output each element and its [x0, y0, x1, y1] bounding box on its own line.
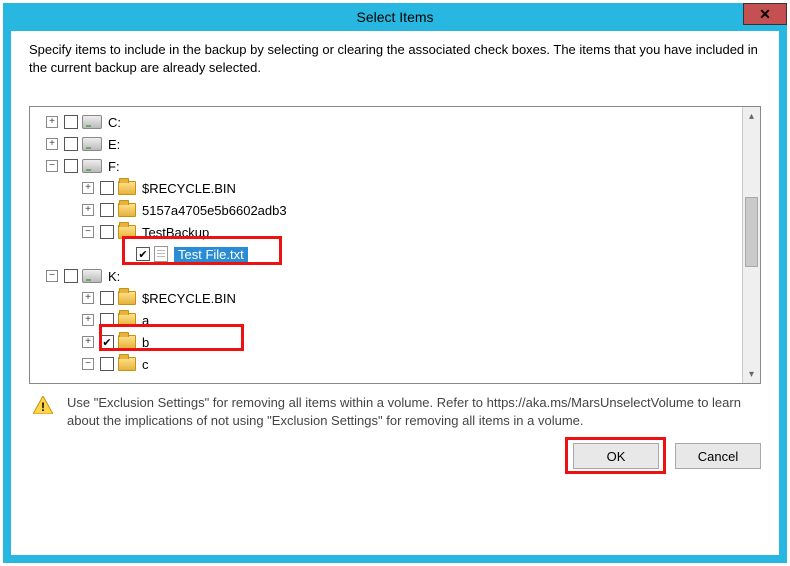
instructions-text: Specify items to include in the backup b… [29, 41, 761, 76]
checkbox[interactable] [136, 247, 150, 261]
tree-row[interactable]: + $RECYCLE.BIN [32, 287, 740, 309]
drive-icon [82, 137, 102, 151]
tree-item-label[interactable]: c [142, 357, 149, 372]
drive-icon [82, 269, 102, 283]
checkbox[interactable] [100, 357, 114, 371]
expand-icon[interactable]: + [82, 336, 94, 348]
tree-item-label[interactable]: $RECYCLE.BIN [142, 181, 236, 196]
file-tree[interactable]: + C: + E: − F: + $RECYCLE.BIN +5157a4705e5b6602a… [30, 107, 742, 383]
exclusion-note: ! Use "Exclusion Settings" for removing … [29, 394, 761, 429]
drive-icon [82, 159, 102, 173]
collapse-icon[interactable]: − [82, 358, 94, 370]
tree-row[interactable]: + E: [32, 133, 740, 155]
checkbox[interactable] [100, 225, 114, 239]
file-icon [154, 246, 168, 262]
expand-icon[interactable]: + [46, 138, 58, 150]
expand-icon[interactable]: + [46, 116, 58, 128]
tree-item-label[interactable]: b [142, 335, 149, 350]
checkbox[interactable] [100, 313, 114, 327]
tree-row[interactable]: +a [32, 309, 740, 331]
folder-icon [118, 225, 136, 239]
expand-icon[interactable]: + [82, 314, 94, 326]
tree-item-label[interactable]: 5157a4705e5b6602adb3 [142, 203, 287, 218]
checkbox[interactable] [64, 115, 78, 129]
folder-icon [118, 357, 136, 371]
folder-icon [118, 335, 136, 349]
scroll-thumb[interactable] [745, 197, 758, 267]
tree-row[interactable]: + C: [32, 111, 740, 133]
warning-icon: ! [33, 396, 53, 414]
tree-row[interactable]: − K: [32, 265, 740, 287]
tree-item-label[interactable]: C: [108, 115, 121, 130]
tree-row[interactable]: +5157a4705e5b6602adb3 [32, 199, 740, 221]
ok-button[interactable]: OK [573, 443, 659, 469]
checkbox[interactable] [64, 137, 78, 151]
tree-row[interactable]: +b [32, 331, 740, 353]
checkbox[interactable] [100, 203, 114, 217]
tree-row[interactable]: −c [32, 353, 740, 375]
tree-item-label[interactable]: a [142, 313, 149, 328]
expand-icon[interactable]: + [82, 182, 94, 194]
tree-container: + C: + E: − F: + $RECYCLE.BIN +5157a4705e5b6602a… [29, 106, 761, 384]
svg-text:!: ! [41, 400, 45, 414]
checkbox[interactable] [64, 269, 78, 283]
dialog-window: Select Items ✕ Specify items to include … [3, 3, 787, 563]
close-button[interactable]: ✕ [743, 3, 787, 25]
tree-row[interactable]: Test File.txt [32, 243, 740, 265]
checkbox[interactable] [100, 335, 114, 349]
folder-icon [118, 313, 136, 327]
checkbox[interactable] [100, 291, 114, 305]
vertical-scrollbar[interactable]: ▴ ▾ [742, 107, 760, 383]
expand-icon[interactable]: + [82, 204, 94, 216]
folder-icon [118, 181, 136, 195]
expand-icon[interactable]: + [82, 292, 94, 304]
button-row: OK Cancel [29, 443, 761, 469]
tree-row[interactable]: + $RECYCLE.BIN [32, 177, 740, 199]
tree-item-label[interactable]: TestBackup [142, 225, 209, 240]
collapse-icon[interactable]: − [46, 160, 58, 172]
titlebar: Select Items ✕ [3, 3, 787, 31]
folder-icon [118, 291, 136, 305]
drive-icon [82, 115, 102, 129]
expand-placeholder [118, 248, 130, 260]
window-title: Select Items [356, 9, 433, 25]
collapse-icon[interactable]: − [82, 226, 94, 238]
tree-item-label[interactable]: K: [108, 269, 120, 284]
tree-row[interactable]: − TestBackup [32, 221, 740, 243]
cancel-button[interactable]: Cancel [675, 443, 761, 469]
tree-item-label[interactable]: Test File.txt [174, 247, 248, 262]
exclusion-note-text: Use "Exclusion Settings" for removing al… [67, 394, 761, 429]
dialog-body: Specify items to include in the backup b… [11, 31, 779, 555]
scroll-down-arrow[interactable]: ▾ [743, 365, 760, 383]
checkbox[interactable] [64, 159, 78, 173]
tree-item-label[interactable]: E: [108, 137, 120, 152]
tree-item-label[interactable]: $RECYCLE.BIN [142, 291, 236, 306]
tree-item-label[interactable]: F: [108, 159, 120, 174]
tree-row[interactable]: − F: [32, 155, 740, 177]
folder-icon [118, 203, 136, 217]
checkbox[interactable] [100, 181, 114, 195]
scroll-up-arrow[interactable]: ▴ [743, 107, 760, 125]
collapse-icon[interactable]: − [46, 270, 58, 282]
